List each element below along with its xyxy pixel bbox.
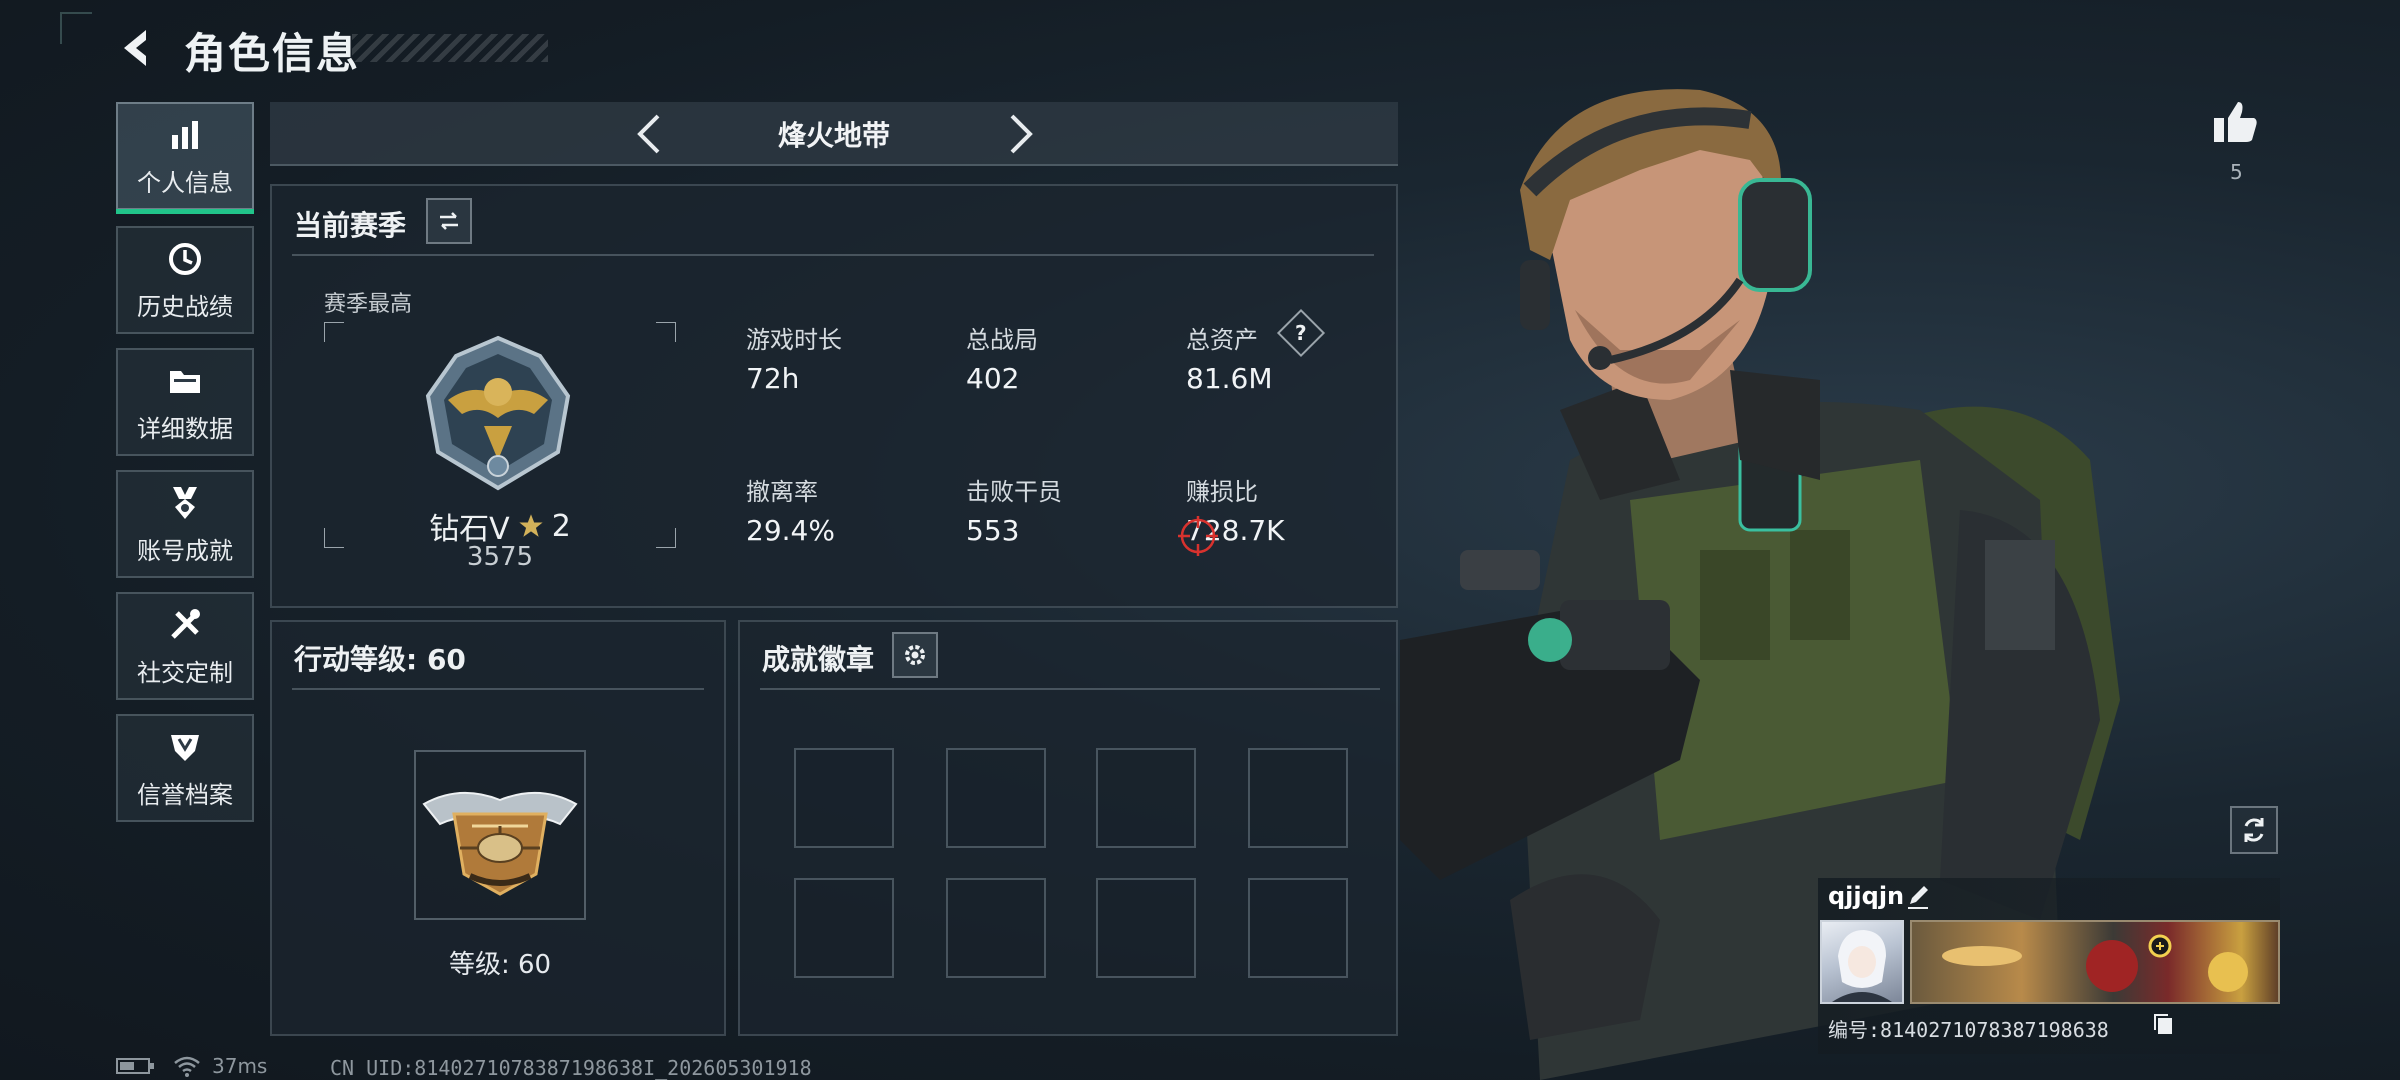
season-switch-button[interactable] xyxy=(426,198,472,244)
section-divider xyxy=(292,254,1374,256)
section-divider xyxy=(292,688,704,690)
like-count: 5 xyxy=(2230,160,2243,184)
page-title: 角色信息 xyxy=(184,29,361,78)
profile-card: qjjqjn 编号:8140271078387198638 xyxy=(1818,878,2280,1054)
sidebar-item-personal-info[interactable]: 个人信息 xyxy=(116,102,254,214)
medal-icon xyxy=(173,486,197,519)
level-badge-frame xyxy=(414,750,586,920)
profile-banner[interactable] xyxy=(1910,920,2280,1004)
edit-pencil-icon[interactable] xyxy=(1904,882,1932,910)
refresh-button[interactable] xyxy=(2230,806,2278,854)
badge-settings-button[interactable] xyxy=(892,632,938,678)
stat-value: 81.6M xyxy=(1186,362,1273,395)
uid-text: CN UID:8140271078387198638I_202605301918 xyxy=(330,1056,812,1080)
mode-switcher: 烽火地带 xyxy=(270,102,1398,166)
level-caption: 等级: 60 xyxy=(448,950,552,980)
badge-slot[interactable] xyxy=(794,748,894,848)
level-title: 行动等级: 60 xyxy=(294,643,466,676)
action-level-panel: 行动等级: 60 等级: 60 xyxy=(270,620,726,1036)
crosshair-marker xyxy=(1178,516,1218,556)
player-name: qjjqjn xyxy=(1828,882,1905,910)
sidebar-item-social[interactable]: 社交定制 xyxy=(116,592,254,700)
sidebar-item-label: 账号成就 xyxy=(137,536,233,565)
sidebar-item-label: 详细数据 xyxy=(137,414,233,443)
badge-slot[interactable] xyxy=(946,878,1046,978)
stat-label: 游戏时长 xyxy=(746,326,842,354)
sidebar-item-history[interactable]: 历史战绩 xyxy=(116,226,254,334)
battery-icon xyxy=(116,1058,154,1074)
badges-title: 成就徽章 xyxy=(762,643,875,676)
badge-slot[interactable] xyxy=(1248,748,1348,848)
wifi-icon xyxy=(174,1056,200,1077)
star-icon xyxy=(516,511,546,540)
badge-slot[interactable] xyxy=(794,878,894,978)
sidebar-item-label: 个人信息 xyxy=(137,168,233,197)
diamond-rank-emblem xyxy=(425,335,571,491)
sidebar-item-reputation[interactable]: 信誉档案 xyxy=(116,714,254,822)
badge-slot[interactable] xyxy=(1096,878,1196,978)
badge-slot[interactable] xyxy=(1096,748,1196,848)
badge-slot[interactable] xyxy=(1248,878,1348,978)
copy-icon[interactable] xyxy=(2152,1012,2176,1036)
back-arrow-icon[interactable] xyxy=(112,24,160,72)
gear-icon xyxy=(905,645,925,665)
badge-slot[interactable] xyxy=(946,748,1046,848)
banner-art xyxy=(1942,934,2248,992)
section-divider xyxy=(760,688,1380,690)
stat-label: 撤离率 xyxy=(746,478,818,506)
stat-value: 29.4% xyxy=(746,514,835,547)
season-panel: 当前赛季 赛季最高 钻石V 2 3575 游戏时长 72h 总战局 402 总资… xyxy=(270,184,1398,608)
rank-stars: 2 xyxy=(551,508,571,544)
sidebar-item-label: 社交定制 xyxy=(137,658,233,687)
bar-chart-icon xyxy=(172,120,198,149)
avatar[interactable] xyxy=(1820,920,1904,1004)
history-clock-icon xyxy=(169,242,201,275)
season-best-label: 赛季最高 xyxy=(324,292,413,317)
sidebar-item-detailed-data[interactable]: 详细数据 xyxy=(116,348,254,456)
player-id: 编号:8140271078387198638 xyxy=(1828,1018,2109,1042)
sidebar-item-achievements[interactable]: 账号成就 xyxy=(116,470,254,578)
stat-value: 553 xyxy=(966,514,1020,547)
title-stripes xyxy=(352,34,548,62)
helicopter-badge-icon xyxy=(422,791,578,896)
stat-value: 402 xyxy=(966,362,1020,395)
ping-text: 37ms xyxy=(212,1054,268,1078)
folder-icon xyxy=(170,370,200,393)
shield-icon xyxy=(171,734,199,761)
stat-label: 总资产 xyxy=(1186,326,1258,354)
status-bar: 37ms xyxy=(116,1052,267,1080)
corner-decoration xyxy=(60,12,92,44)
achievement-badges-panel: 成就徽章 xyxy=(738,620,1398,1036)
help-icon: ? xyxy=(1295,320,1307,345)
rank-score: 3575 xyxy=(466,542,534,572)
stat-label: 击败干员 xyxy=(966,478,1062,506)
season-title: 当前赛季 xyxy=(294,209,407,242)
swap-icon xyxy=(440,212,458,230)
mode-label: 烽火地带 xyxy=(777,119,890,152)
tools-icon xyxy=(171,608,200,639)
stat-label: 总战局 xyxy=(966,326,1038,354)
stat-value: 72h xyxy=(746,362,800,395)
chevron-right-icon[interactable] xyxy=(1000,112,1040,156)
thumbs-up-icon[interactable] xyxy=(2210,96,2262,148)
sidebar-item-label: 历史战绩 xyxy=(137,292,233,321)
help-button[interactable]: ? xyxy=(1276,308,1326,358)
avatar-portrait-icon xyxy=(1832,930,1892,1002)
sidebar-item-label: 信誉档案 xyxy=(137,780,233,809)
refresh-icon xyxy=(2244,818,2264,842)
stat-label: 赚损比 xyxy=(1186,478,1258,506)
